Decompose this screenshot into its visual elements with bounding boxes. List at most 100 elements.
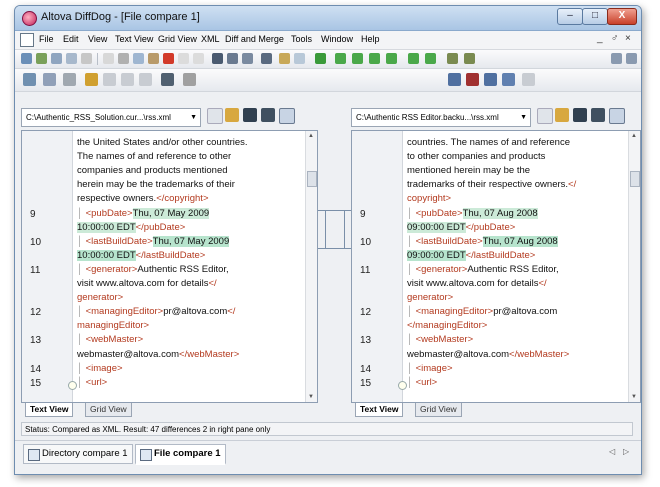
compare-files-icon[interactable] (36, 53, 47, 64)
grid-collapse-icon[interactable] (466, 73, 479, 86)
mdi-restore-button[interactable]: ♂ (611, 33, 619, 44)
menu-edit[interactable]: Edit (63, 34, 79, 44)
code-line[interactable]: │ <generator>Authentic RSS Editor, (77, 264, 305, 277)
left-save-as-icon[interactable] (261, 108, 275, 122)
prev-diff-icon[interactable] (352, 53, 363, 64)
menu-text-view[interactable]: Text View (115, 34, 153, 44)
code-line[interactable]: │ <pubDate>Thu, 07 May 2009 (77, 207, 305, 221)
open-compare-icon[interactable] (66, 53, 77, 64)
code-line[interactable]: respective owners.</copyright> (77, 193, 305, 206)
start-comparison-icon[interactable] (279, 53, 290, 64)
right-vertical-scrollbar[interactable]: ▲ ▼ (628, 131, 640, 402)
pretty-print-icon[interactable] (63, 73, 76, 86)
merge-right-icon[interactable] (464, 53, 475, 64)
code-line[interactable]: │ <managingEditor>pr@altova.com (407, 306, 635, 319)
code-line[interactable]: │ <image> (77, 363, 305, 376)
left-browse-icon[interactable] (207, 108, 223, 124)
menu-grid-view[interactable]: Grid View (158, 34, 197, 44)
right-tab-grid-view[interactable]: Grid View (415, 403, 462, 417)
code-line[interactable]: webmaster@altova.com</webMaster> (407, 349, 635, 362)
stop-comparison-icon[interactable] (294, 53, 305, 64)
left-save-icon[interactable] (243, 108, 257, 122)
right-save-as-icon[interactable] (591, 108, 605, 122)
line-numbers-icon[interactable] (103, 73, 116, 86)
code-line[interactable]: 10:00:00 EDT</lastBuildDate> (77, 249, 305, 263)
left-tab-text-view[interactable]: Text View (25, 403, 74, 417)
code-line[interactable]: visit www.altova.com for details</ (77, 278, 305, 291)
delete-icon[interactable] (163, 53, 174, 64)
left-open-folder-icon[interactable] (225, 108, 239, 122)
undo-icon[interactable] (103, 53, 114, 64)
grid-table-icon[interactable] (484, 73, 497, 86)
right-save-icon[interactable] (573, 108, 587, 122)
grid-options-icon[interactable] (522, 73, 535, 86)
right-text-pane[interactable]: countries. The names of and reference to … (351, 130, 641, 403)
right-file-path-combo[interactable]: C:\Authentic RSS Editor.backu...\rss.xml… (351, 108, 531, 127)
code-line[interactable]: │ <lastBuildDate>Thu, 07 Aug 2008 (407, 235, 635, 249)
print-icon[interactable] (261, 53, 272, 64)
left-scroll-thumb[interactable] (307, 171, 317, 187)
code-line[interactable]: trademarks of their respective owners.</ (407, 179, 635, 192)
compare-directories-icon[interactable] (21, 53, 32, 64)
left-file-path-combo[interactable]: C:\Authentic_RSS_Solution.cur...\rss.xml… (21, 108, 201, 127)
menu-window[interactable]: Window (321, 34, 353, 44)
code-line[interactable]: mentioned herein may be the (407, 165, 635, 178)
options-icon[interactable] (611, 53, 622, 64)
left-text-pane[interactable]: the United States and/or other countries… (21, 130, 318, 403)
last-diff-icon[interactable] (386, 53, 397, 64)
right-browse-icon[interactable] (537, 108, 553, 124)
merge-left-icon[interactable] (447, 53, 458, 64)
save-compare-icon[interactable] (81, 53, 92, 64)
code-line[interactable]: The names of and reference to other (77, 151, 305, 164)
replace-icon[interactable] (242, 53, 253, 64)
text-view-icon[interactable] (23, 73, 36, 86)
find-next-icon[interactable] (227, 53, 238, 64)
settings-icon[interactable] (626, 53, 637, 64)
code-line[interactable]: │ <url> (77, 377, 305, 390)
tab-scroll-right-icon[interactable]: ▷ (623, 447, 629, 456)
copy-right-icon[interactable] (425, 53, 436, 64)
whitespace-icon[interactable] (139, 73, 152, 86)
fold-toggle-icon[interactable] (68, 381, 77, 390)
menu-view[interactable]: View (88, 34, 107, 44)
next-diff-icon[interactable] (369, 53, 380, 64)
tab-directory-compare[interactable]: Directory compare 1 (23, 444, 133, 464)
paste-icon[interactable] (148, 53, 159, 64)
code-line[interactable]: │ <managingEditor>pr@altova.com</ (77, 306, 305, 319)
tab-file-compare[interactable]: File compare 1 (135, 444, 226, 465)
title-bar[interactable]: Altova DiffDog - [File compare 1] – □ X (15, 6, 641, 31)
code-line[interactable]: generator> (407, 292, 635, 305)
code-line[interactable]: companies and products mentioned (77, 165, 305, 178)
first-diff-icon[interactable] (335, 53, 346, 64)
menu-tools[interactable]: Tools (291, 34, 312, 44)
code-line[interactable]: │ <generator>Authentic RSS Editor, (407, 264, 635, 277)
menu-diff-and-merge[interactable]: Diff and Merge (225, 34, 284, 44)
undo-arrow-icon[interactable] (178, 53, 189, 64)
code-line[interactable]: managingEditor> (77, 320, 305, 333)
code-line[interactable]: │ <lastBuildDate>Thu, 07 May 2009 (77, 235, 305, 249)
right-tab-text-view[interactable]: Text View (355, 403, 404, 417)
fold-toggle-icon[interactable] (398, 381, 407, 390)
code-line[interactable]: │ <url> (407, 377, 635, 390)
mdi-close-button[interactable]: × (625, 33, 631, 44)
code-line[interactable]: 09:00:00 EDT</pubDate> (407, 221, 635, 235)
scroll-up-arrow-icon[interactable]: ▲ (631, 133, 637, 139)
sync-icon[interactable] (315, 53, 326, 64)
folding-icon[interactable] (121, 73, 134, 86)
code-line[interactable]: webmaster@altova.com</webMaster> (77, 349, 305, 362)
menu-file[interactable]: File (39, 34, 54, 44)
minimize-button[interactable]: – (557, 8, 583, 25)
scroll-up-arrow-icon[interactable]: ▲ (308, 133, 314, 139)
xml-settings-icon[interactable] (183, 73, 196, 86)
code-line[interactable]: </managingEditor> (407, 320, 635, 333)
scroll-down-arrow-icon[interactable]: ▼ (308, 394, 314, 400)
code-line[interactable]: visit www.altova.com for details</ (407, 278, 635, 291)
code-line[interactable]: copyright> (407, 193, 635, 206)
code-line[interactable]: herein may be the trademarks of their (77, 179, 305, 192)
code-line[interactable]: │ <image> (407, 363, 635, 376)
right-open-folder-icon[interactable] (555, 108, 569, 122)
right-scroll-thumb[interactable] (630, 171, 640, 187)
new-compare-icon[interactable] (51, 53, 62, 64)
left-reload-icon[interactable] (279, 108, 295, 124)
code-line[interactable]: 10:00:00 EDT</pubDate> (77, 221, 305, 235)
